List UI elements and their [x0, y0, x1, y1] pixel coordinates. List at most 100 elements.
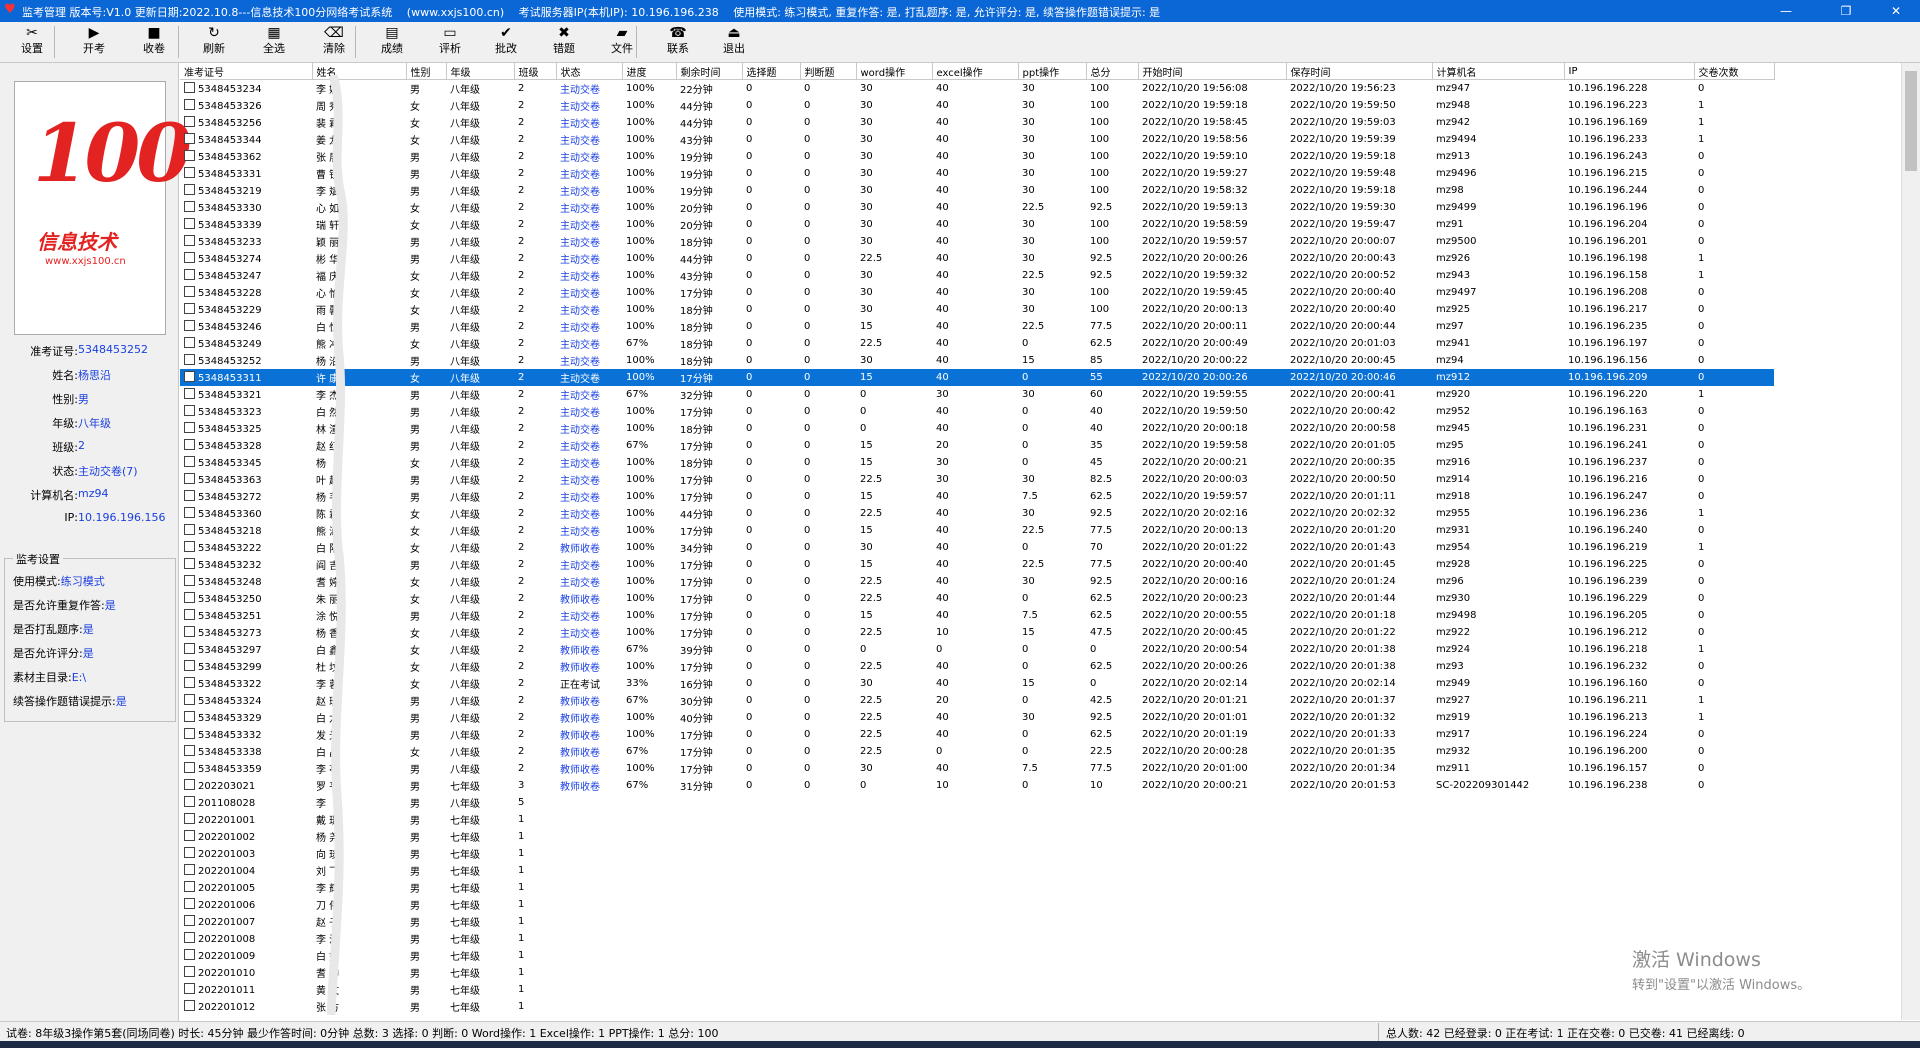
table-row[interactable]: 5348453329 白 龙男八年级 2 教师收卷 100% 40分钟 0 0 22.5 40 30… [180, 709, 1774, 726]
row-checkbox[interactable] [184, 337, 195, 348]
table-row[interactable]: 5348453344 姜 龙女八年级 2 主动交卷 100% 43分钟 0 0 30 40 30 10… [180, 131, 1774, 148]
row-checkbox[interactable] [184, 371, 195, 382]
row-checkbox[interactable] [184, 847, 195, 858]
row-checkbox[interactable] [184, 184, 195, 195]
toolbar-button-9[interactable]: ✖ 错题 [538, 24, 590, 60]
row-checkbox[interactable] [184, 915, 195, 926]
table-row[interactable]: 5348453362 张 展男八年级 2 主动交卷 100% 19分钟 0 0 30 40 30 10… [180, 148, 1774, 165]
column-header[interactable]: 进度 [622, 63, 677, 80]
row-checkbox[interactable] [184, 694, 195, 705]
column-header[interactable]: 年级 [446, 63, 515, 80]
toolbar-button-12[interactable]: ⏏ 退出 [708, 24, 760, 60]
column-header[interactable]: 性别 [406, 63, 447, 80]
table-row[interactable]: 5348453219 李 斌男八年级 2 主动交卷 100% 19分钟 0 0 30 40 30 10… [180, 182, 1774, 199]
table-row[interactable]: 202201007 赵 子男七年级 1 [180, 913, 1774, 930]
table-row[interactable]: 202201006 刀 伟男七年级 1 [180, 896, 1774, 913]
table-row[interactable]: 202201011 黄 文男七年级 1 [180, 981, 1774, 998]
row-checkbox[interactable] [184, 99, 195, 110]
row-checkbox[interactable] [184, 116, 195, 127]
table-row[interactable]: 5348453251 涂 悦男八年级 2 主动交卷 100% 17分钟 0 0 15 40 7.5 6… [180, 607, 1774, 624]
table-row[interactable]: 5348453297 白 鑫女八年级 2 教师收卷 67% 39分钟 0 0 0 0 0 0 2022/… [180, 641, 1774, 658]
row-checkbox[interactable] [184, 82, 195, 93]
row-checkbox[interactable] [184, 830, 195, 841]
column-header[interactable]: 开始时间 [1138, 63, 1287, 80]
table-row[interactable]: 202201010 耆 坤男七年级 1 [180, 964, 1774, 981]
table-row[interactable]: 202201003 向 琰男七年级 1 [180, 845, 1774, 862]
table-row[interactable]: 5348453232 阎 吉男八年级 2 主动交卷 100% 17分钟 0 0 15 40 22.5… [180, 556, 1774, 573]
row-checkbox[interactable] [184, 1000, 195, 1011]
row-checkbox[interactable] [184, 218, 195, 229]
table-row[interactable]: 5348453322 李 蓉女八年级 2 正在考试 33% 16分钟 0 0 30 40 15 0 20… [180, 675, 1774, 692]
row-checkbox[interactable] [184, 762, 195, 773]
toolbar-button-3[interactable]: ↻ 刷新 [188, 24, 240, 60]
table-row[interactable]: 5348453299 杜 坟女八年级 2 教师收卷 100% 17分钟 0 0 22.5 40 0 6… [180, 658, 1774, 675]
column-header[interactable]: 保存时间 [1286, 63, 1433, 80]
row-checkbox[interactable] [184, 660, 195, 671]
table-row[interactable]: 5348453249 熊 冲女八年级 2 主动交卷 67% 18分钟 0 0 22.5 40 0 62… [180, 335, 1774, 352]
table-row[interactable]: 202201002 杨 尧男七年级 1 [180, 828, 1774, 845]
table-row[interactable]: 5348453359 李 亭男八年级 2 教师收卷 100% 17分钟 0 0 30 40 7.5 7… [180, 760, 1774, 777]
table-row[interactable]: 5348453246 白 恒男八年级 2 主动交卷 100% 18分钟 0 0 15 40 22.5… [180, 318, 1774, 335]
row-checkbox[interactable] [184, 507, 195, 518]
toolbar-button-10[interactable]: ▰ 文件 [596, 24, 648, 60]
row-checkbox[interactable] [184, 711, 195, 722]
column-header[interactable]: 状态 [556, 63, 623, 80]
row-checkbox[interactable] [184, 813, 195, 824]
column-header[interactable]: excel操作 [932, 63, 1019, 80]
toolbar-button-2[interactable]: ■ 收卷 [128, 24, 180, 60]
row-checkbox[interactable] [184, 303, 195, 314]
table-row[interactable]: 5348453256 裴 霖女八年级 2 主动交卷 100% 44分钟 0 0 30 40 30 10… [180, 114, 1774, 131]
column-header[interactable]: ppt操作 [1018, 63, 1087, 80]
table-row[interactable]: 202201004 刘 飞男七年级 1 [180, 862, 1774, 879]
table-row[interactable]: 5348453363 叶 超男八年级 2 主动交卷 100% 17分钟 0 0 22.5 30 30… [180, 471, 1774, 488]
table-row[interactable]: 5348453321 李 杰男八年级 2 主动交卷 67% 32分钟 0 0 0 30 30 60 20… [180, 386, 1774, 403]
table-row[interactable]: 202201001 戴 璟男七年级 1 [180, 811, 1774, 828]
table-row[interactable]: 5348453274 彬 华男八年级 2 主动交卷 100% 44分钟 0 0 22.5 40 30… [180, 250, 1774, 267]
table-row[interactable]: 201108028 李 男八年级 5 [180, 794, 1774, 811]
row-checkbox[interactable] [184, 677, 195, 688]
table-row[interactable]: 5348453229 雨 馨女八年级 2 主动交卷 100% 18分钟 0 0 30 40 30 10… [180, 301, 1774, 318]
row-checkbox[interactable] [184, 558, 195, 569]
row-checkbox[interactable] [184, 983, 195, 994]
row-checkbox[interactable] [184, 354, 195, 365]
column-header[interactable]: 班级 [514, 63, 557, 80]
row-checkbox[interactable] [184, 932, 195, 943]
table-row[interactable]: 202201008 李 涛男七年级 1 [180, 930, 1774, 947]
table-row[interactable]: 5348453331 曹 锐男八年级 2 主动交卷 100% 19分钟 0 0 30 40 30 10… [180, 165, 1774, 182]
row-checkbox[interactable] [184, 643, 195, 654]
row-checkbox[interactable] [184, 252, 195, 263]
row-checkbox[interactable] [184, 150, 195, 161]
row-checkbox[interactable] [184, 592, 195, 603]
table-row[interactable]: 5348453228 心 怡女八年级 2 主动交卷 100% 17分钟 0 0 30 40 30 10… [180, 284, 1774, 301]
table-row[interactable]: 5348453324 赵 珊男八年级 2 教师收卷 67% 30分钟 0 0 22.5 20 0 42… [180, 692, 1774, 709]
table-row[interactable]: 5348453328 赵 红男八年级 2 主动交卷 67% 17分钟 0 0 15 20 0 35 20… [180, 437, 1774, 454]
table-row[interactable]: 5348453338 白 晶女八年级 2 教师收卷 67% 17分钟 0 0 22.5 0 0 22.… [180, 743, 1774, 760]
row-checkbox[interactable] [184, 864, 195, 875]
vertical-scrollbar[interactable] [1901, 63, 1920, 1020]
toolbar-button-4[interactable]: ▦ 全选 [248, 24, 300, 60]
row-checkbox[interactable] [184, 796, 195, 807]
column-header[interactable]: 判断题 [800, 63, 857, 80]
row-checkbox[interactable] [184, 320, 195, 331]
row-checkbox[interactable] [184, 473, 195, 484]
row-checkbox[interactable] [184, 524, 195, 535]
maximize-icon[interactable]: ❐ [1823, 0, 1869, 22]
row-checkbox[interactable] [184, 626, 195, 637]
toolbar-button-5[interactable]: ⌫ 清除 [308, 24, 360, 60]
toolbar-button-6[interactable]: ▤ 成绩 [366, 24, 418, 60]
row-checkbox[interactable] [184, 966, 195, 977]
row-checkbox[interactable] [184, 405, 195, 416]
table-row[interactable]: 5348453248 耆 婷女八年级 2 主动交卷 100% 17分钟 0 0 22.5 40 30… [180, 573, 1774, 590]
column-header[interactable]: 计算机名 [1432, 63, 1565, 80]
row-checkbox[interactable] [184, 133, 195, 144]
row-checkbox[interactable] [184, 575, 195, 586]
column-header[interactable]: 交卷次数 [1694, 63, 1775, 80]
row-checkbox[interactable] [184, 456, 195, 467]
row-checkbox[interactable] [184, 541, 195, 552]
table-row[interactable]: 202201012 张 方男七年级 1 [180, 998, 1774, 1015]
toolbar-button-8[interactable]: ✔ 批改 [480, 24, 532, 60]
scrollbar-thumb[interactable] [1905, 71, 1917, 171]
table-row[interactable]: 5348453311 许 康女八年级 2 主动交卷 100% 17分钟 0 0 15 40 0 55 2… [180, 369, 1774, 386]
row-checkbox[interactable] [184, 779, 195, 790]
row-checkbox[interactable] [184, 201, 195, 212]
